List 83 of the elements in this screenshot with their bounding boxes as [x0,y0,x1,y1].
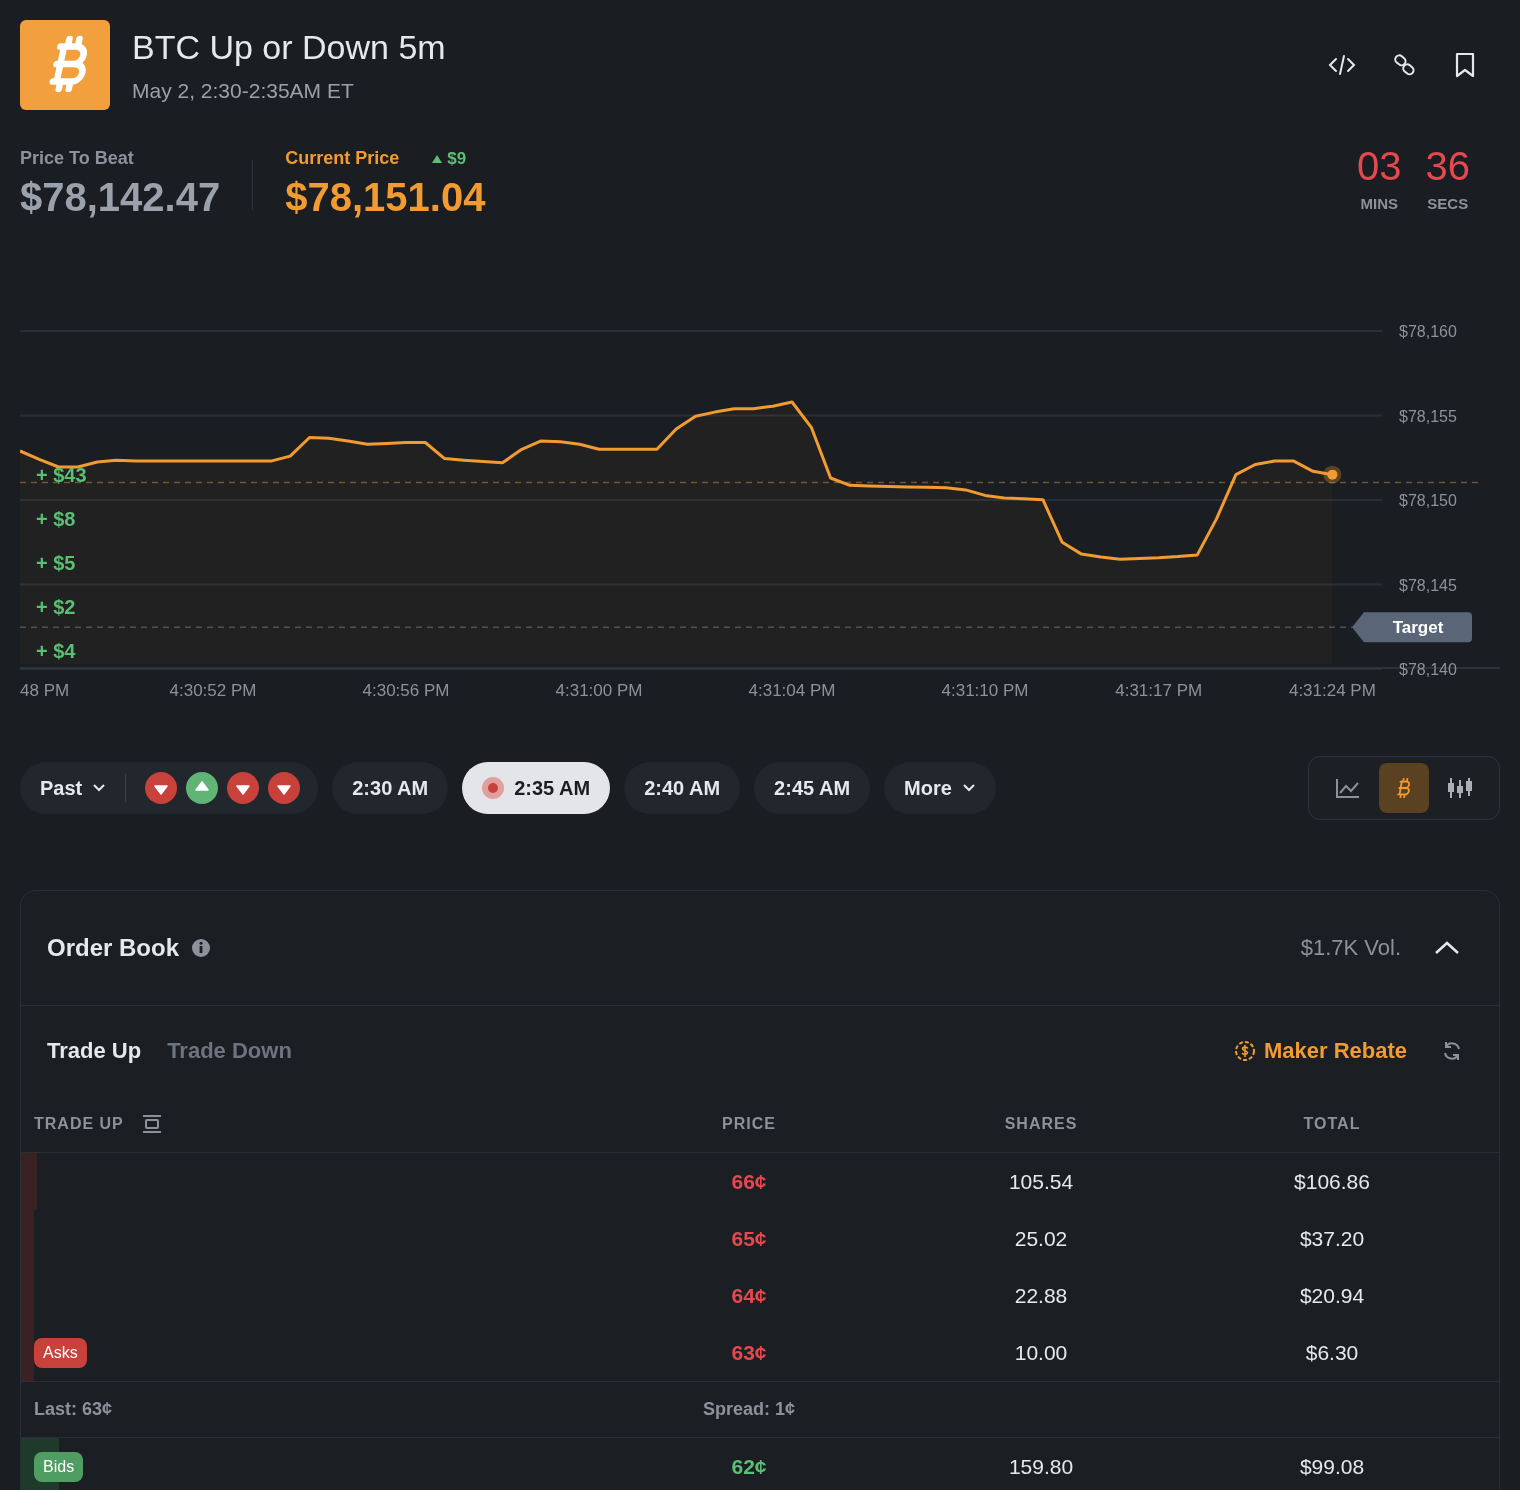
order-book-tab[interactable]: Trade Up [47,1038,142,1064]
embed-code-icon[interactable] [1328,53,1356,77]
coin-icon [1233,1040,1256,1062]
countdown-unit: SECS [1427,195,1469,212]
volume-text: $1.7K Vol. [1300,935,1401,961]
triangle-icon [431,153,444,164]
order-book-tab[interactable]: Trade Down [167,1038,292,1064]
shares-cell: 159.80 [1008,1454,1074,1479]
total-cell: $20.94 [1299,1283,1365,1308]
current-point-marker [1323,465,1342,484]
bids-badge: Bids [34,1451,84,1482]
target-tag: Target [1352,612,1472,643]
total-cell: $99.08 [1299,1454,1365,1479]
time-slot-button[interactable]: 2:40 AM [624,762,741,814]
shares-cell: 22.88 [1014,1283,1068,1308]
x-axis-label: 48 PM [20,681,70,700]
shares-cell: 10.00 [1014,1340,1068,1365]
price-delta-label: + $8 [36,507,77,531]
bitcoin-button[interactable] [1379,763,1429,813]
x-axis-label: 4:31:24 PM [1288,681,1376,700]
price-to-beat-label: Price To Beat [20,148,135,169]
shares-cell: 105.54 [1008,1169,1074,1194]
spread-text: Spread: 1¢ [702,1399,795,1420]
time-slot-button[interactable]: 2:30 AM [332,762,449,814]
y-axis-label: $78,140 [1399,661,1457,678]
countdown-value: 03 [1357,144,1402,189]
market-title: BTC Up or Down 5m [132,27,447,67]
countdown-value: 36 [1425,144,1470,189]
more-dropdown[interactable]: More [884,762,996,814]
market-date: May 2, 2:30-2:35AM ET [132,78,355,103]
y-axis-label: $78,150 [1399,492,1457,509]
total-cell: $6.30 [1305,1340,1359,1365]
y-axis-label: $78,145 [1399,576,1457,594]
last-price: Last: 63¢ [33,1399,114,1420]
candlestick-icon [1446,776,1474,800]
up-result-icon [186,772,219,804]
x-axis-label: 4:30:56 PM [362,681,450,700]
countdown-unit: MINS [1360,195,1398,212]
y-axis-label: $78,160 [1399,323,1457,340]
past-dropdown[interactable]: Past [40,776,107,800]
total-cell: $106.86 [1294,1169,1370,1194]
chevron-up-icon[interactable] [1433,939,1461,957]
line-chart-icon [1335,777,1361,799]
time-slot-button[interactable]: 2:45 AM [754,762,871,814]
price-delta-label: + $2 [36,595,77,619]
current-price-label: Current Price [285,148,400,169]
down-result-icon [268,772,301,804]
ask-price: 63¢ [731,1340,767,1365]
price-delta-label: + $43 [36,463,87,487]
column-header: TOTAL [1303,1115,1361,1133]
shares-cell: 25.02 [1014,1226,1068,1251]
x-axis-label: 4:31:00 PM [555,681,643,700]
bid-price: 62¢ [731,1454,767,1479]
x-axis-label: 4:31:17 PM [1115,681,1203,700]
bitcoin-logo-icon [20,20,110,110]
time-slot-button[interactable]: 2:35 AM [462,762,611,814]
info-icon[interactable] [191,938,212,958]
price-delta-label: + $4 [36,639,77,663]
asks-badge: Asks [34,1337,87,1368]
x-axis-label: 4:30:52 PM [169,681,257,700]
order-book-title: Order Book [47,934,180,962]
column-header: SHARES [1004,1115,1078,1133]
down-result-icon [227,772,260,804]
price-change: $9 [431,148,467,169]
layout-toggle-icon[interactable] [141,1114,162,1134]
x-axis-label: 4:31:04 PM [748,681,836,700]
current-price-value: $78,151.04 [285,175,486,220]
x-axis-label: 4:31:10 PM [941,681,1029,700]
price-delta-label: + $5 [36,551,77,575]
total-cell: $37.20 [1299,1226,1365,1251]
chevron-down-icon [92,783,107,793]
refresh-icon[interactable] [1441,1040,1463,1062]
price-to-beat-value: $78,142.47 [20,175,221,220]
column-header: PRICE [722,1115,776,1133]
ask-price: 66¢ [731,1169,767,1194]
bookmark-icon[interactable] [1454,52,1476,78]
maker-rebate-link[interactable]: Maker Rebate [1233,1038,1407,1064]
ask-price: 64¢ [731,1283,767,1308]
y-axis-label: $78,155 [1399,407,1457,425]
chevron-down-icon [961,783,976,793]
ask-price: 65¢ [731,1226,767,1251]
column-header: TRADE UP [34,1115,124,1133]
down-result-icon [145,772,178,804]
